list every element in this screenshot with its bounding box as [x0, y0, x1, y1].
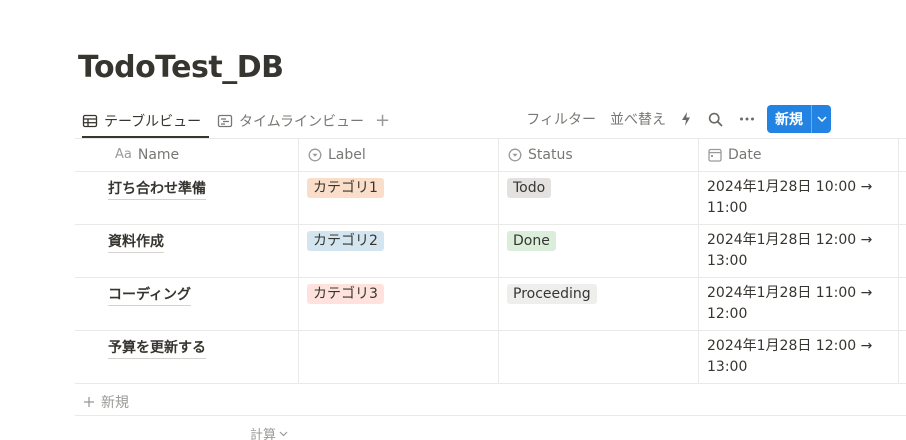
label-tag: カテゴリ2: [307, 231, 384, 251]
status-badge: Todo: [507, 178, 552, 198]
table-row[interactable]: 資料作成 カテゴリ2 Done 2024年1月28日 12:00 → 13:00: [75, 224, 906, 277]
column-header-status[interactable]: Status: [508, 138, 573, 171]
calculate-button[interactable]: 計算: [250, 424, 288, 440]
label-tag: カテゴリ1: [307, 178, 384, 198]
label-tag: カテゴリ3: [307, 284, 384, 304]
date-cell[interactable]: 2024年1月28日 12:00 → 13:00: [707, 230, 887, 272]
row-name[interactable]: 予算を更新する: [108, 337, 206, 359]
table-row[interactable]: 打ち合わせ準備 カテゴリ1 Todo 2024年1月28日 10:00 → 11…: [75, 171, 906, 224]
table-row[interactable]: コーディング カテゴリ3 Proceeding 2024年1月28日 11:00…: [75, 277, 906, 330]
text-property-icon: Aa: [115, 147, 132, 162]
date-start: 2024年1月28日 11:00 →: [707, 285, 873, 301]
chevron-down-icon: [816, 116, 827, 122]
sort-button[interactable]: 並べ替え: [610, 109, 666, 129]
add-view-button[interactable]: +: [375, 109, 390, 133]
date-start: 2024年1月28日 12:00 →: [707, 232, 873, 248]
date-start: 2024年1月28日 10:00 →: [707, 179, 873, 195]
date-end: 13:00: [707, 253, 748, 269]
divider: [75, 415, 906, 416]
more-icon[interactable]: [739, 117, 755, 121]
tab-timeline-view[interactable]: タイムラインビュー: [217, 104, 364, 138]
column-header-label: Status: [528, 146, 573, 163]
column-header-label: Date: [728, 146, 762, 163]
column-header-date[interactable]: Date: [708, 138, 761, 171]
add-row-button[interactable]: 新規: [83, 392, 129, 412]
add-row-label: 新規: [101, 395, 129, 411]
date-cell[interactable]: 2024年1月28日 12:00 → 13:00: [707, 336, 887, 378]
tab-label: テーブルビュー: [104, 114, 202, 130]
row-name[interactable]: 資料作成: [108, 231, 164, 253]
filter-button[interactable]: フィルター: [526, 109, 596, 129]
select-property-icon: [308, 148, 322, 161]
calendar-icon: [708, 148, 722, 162]
select-property-icon: [508, 148, 522, 161]
search-icon[interactable]: [708, 112, 723, 127]
row-name[interactable]: コーディング: [108, 284, 192, 306]
status-badge: Proceeding: [507, 284, 597, 304]
date-end: 13:00: [707, 359, 748, 375]
new-button[interactable]: 新規: [767, 105, 811, 133]
divider: [75, 383, 906, 384]
date-cell[interactable]: 2024年1月28日 10:00 → 11:00: [707, 177, 887, 219]
chevron-down-icon: [279, 431, 288, 436]
date-end: 12:00: [707, 306, 748, 322]
column-header-name[interactable]: Aa Name: [115, 138, 179, 171]
view-bar: テーブルビュー タイムラインビュー + フィルター 並べ替え 新規: [75, 104, 906, 138]
column-header-label: Name: [137, 146, 180, 163]
tab-table-view[interactable]: テーブルビュー: [82, 104, 210, 138]
toolbar-actions: フィルター 並べ替え 新規: [526, 104, 906, 134]
divider: [75, 138, 906, 139]
tab-label: タイムラインビュー: [239, 114, 365, 130]
timeline-icon: [217, 113, 233, 129]
row-name[interactable]: 打ち合わせ準備: [108, 178, 206, 200]
column-header-label: Label: [328, 146, 366, 163]
date-start: 2024年1月28日 12:00 →: [707, 338, 873, 354]
plus-icon: +: [375, 110, 391, 131]
new-button-group: 新規: [767, 105, 831, 133]
column-header-label-property[interactable]: Label: [308, 138, 366, 171]
status-badge: Done: [507, 231, 556, 251]
table-icon: [82, 113, 98, 129]
date-end: 11:00: [707, 200, 748, 216]
table-row[interactable]: 予算を更新する 2024年1月28日 12:00 → 13:00: [75, 330, 906, 383]
page-title: TodoTest_DB: [78, 50, 284, 85]
plus-icon: [84, 397, 94, 407]
date-cell[interactable]: 2024年1月28日 11:00 → 12:00: [707, 283, 887, 325]
lightning-icon[interactable]: [680, 111, 692, 127]
calculate-label: 計算: [250, 428, 277, 440]
new-dropdown-button[interactable]: [811, 105, 831, 133]
